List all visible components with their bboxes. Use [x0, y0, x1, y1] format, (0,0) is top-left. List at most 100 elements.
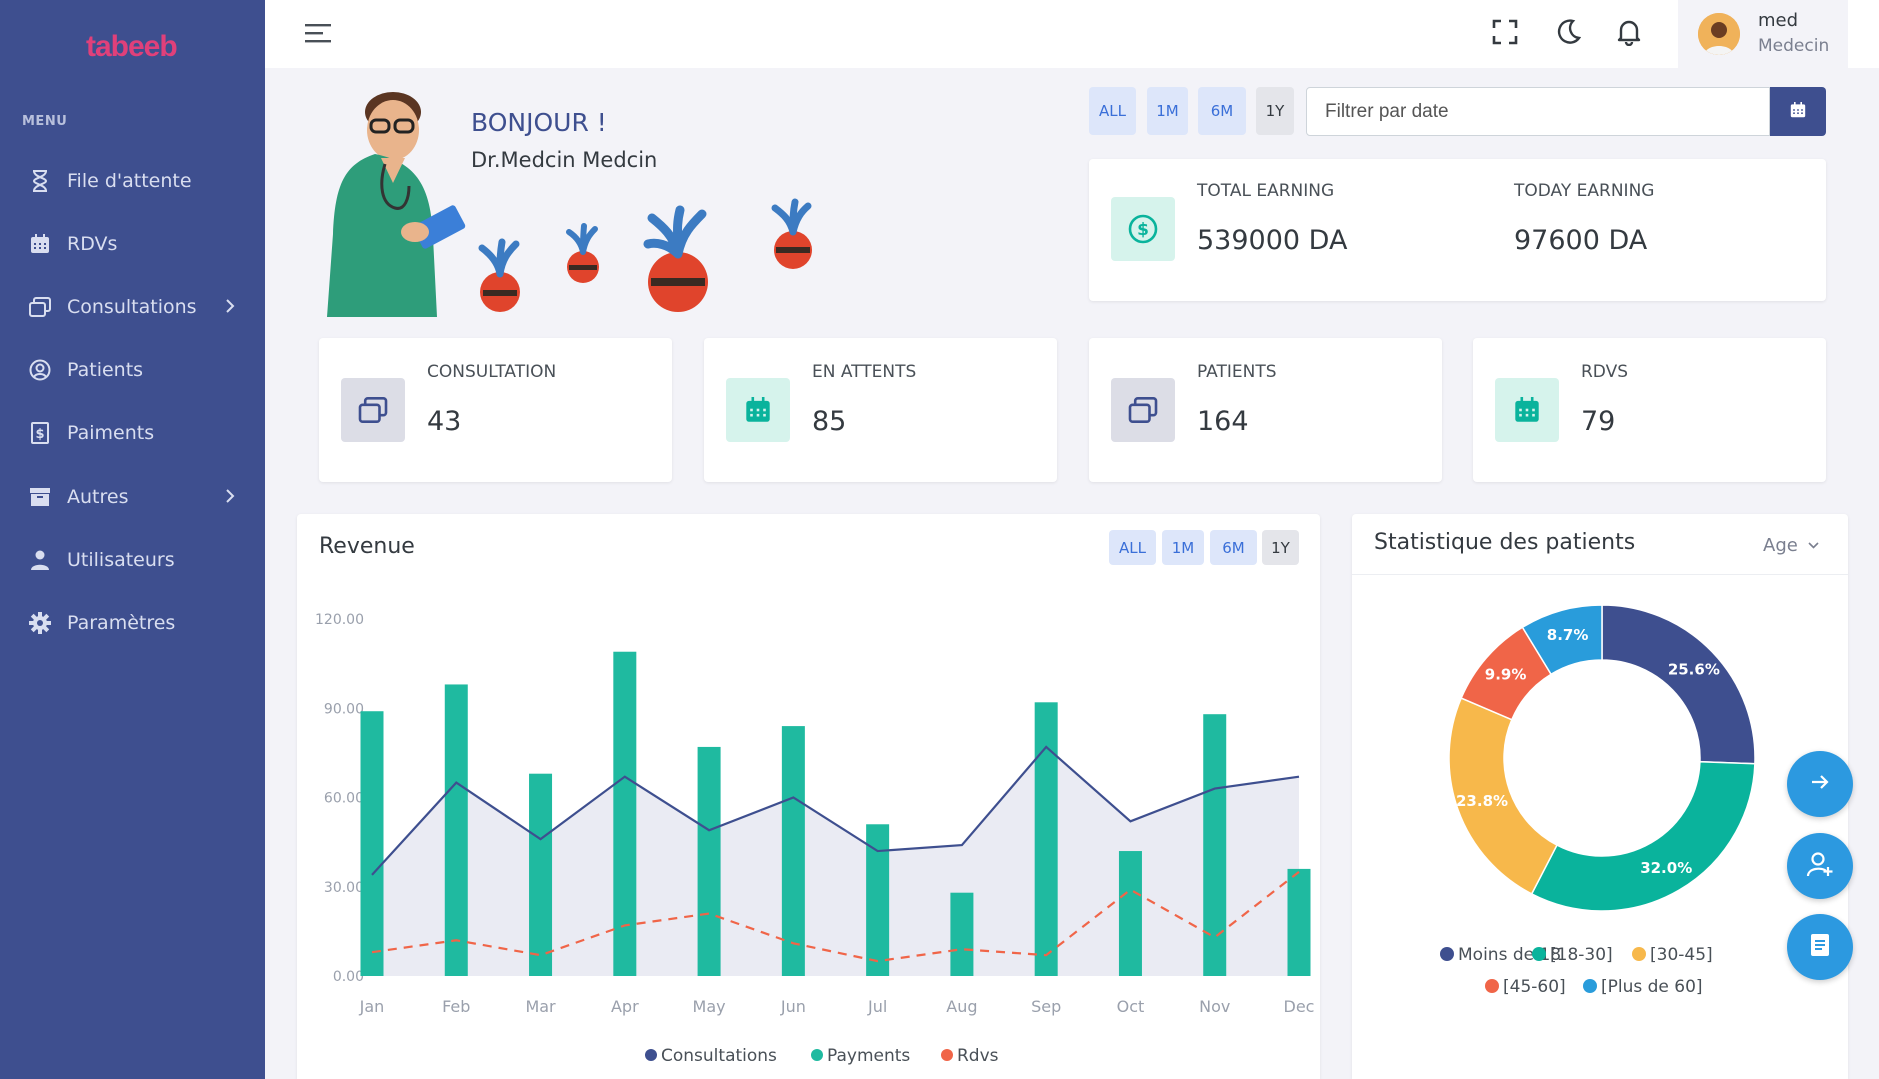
- legend-label-consultations: Consultations: [661, 1046, 777, 1066]
- divider: [1352, 574, 1848, 575]
- filter-1m-button[interactable]: 1M: [1147, 87, 1188, 135]
- sidebar-item-autres[interactable]: Autres: [0, 469, 265, 525]
- legend-swatch-3: [1485, 979, 1499, 993]
- stat-card-en-attents: EN ATTENTS 85: [704, 338, 1057, 482]
- user-role: Medecin: [1758, 36, 1830, 56]
- bar-payments-jun: [781, 726, 805, 976]
- y-tick-label: 30.00: [324, 880, 364, 896]
- filter-all-button[interactable]: ALL: [1089, 87, 1136, 135]
- age-select-value: Age: [1763, 535, 1798, 556]
- sidebar-item-file-attente[interactable]: File d'attente: [0, 153, 265, 209]
- bar-payments-may: [697, 746, 721, 976]
- x-tick-label: Jan: [359, 997, 385, 1016]
- moon-icon[interactable]: [1553, 18, 1582, 50]
- calendar-icon: [1495, 378, 1559, 442]
- hamburger-menu-icon[interactable]: [305, 22, 333, 48]
- stat-card-consultation: CONSULTATION 43: [319, 338, 672, 482]
- user-circle-icon: [27, 357, 53, 383]
- legend-label: [45-60]: [1503, 977, 1566, 997]
- age-select[interactable]: Age: [1763, 533, 1819, 556]
- svg-text:$: $: [35, 427, 44, 442]
- sidebar-item-parametres[interactable]: Paramètres: [0, 595, 265, 651]
- sidebar-item-label: Utilisateurs: [67, 549, 175, 571]
- earnings-card: $ TOTAL EARNING 539000 DA TODAY EARNING …: [1089, 159, 1826, 301]
- filter-1y-button[interactable]: 1Y: [1256, 87, 1294, 135]
- stat-label: CONSULTATION: [427, 362, 557, 382]
- y-tick-label: 0.00: [333, 969, 364, 985]
- user-icon: [27, 547, 53, 573]
- total-earning-label: TOTAL EARNING: [1197, 181, 1335, 201]
- calendar-icon: [27, 231, 53, 257]
- stat-card-rdvs: RDVS 79: [1473, 338, 1826, 482]
- y-tick-label: 90.00: [324, 701, 364, 717]
- date-filter-input[interactable]: Filtrer par date: [1306, 87, 1770, 136]
- legend-swatch-rdvs: [941, 1049, 953, 1061]
- add-user-icon: [1806, 850, 1834, 882]
- revenue-filter-6m-button[interactable]: 6M: [1210, 530, 1257, 565]
- x-tick-label: Aug: [946, 997, 977, 1016]
- legend-label-rdvs: Rdvs: [957, 1046, 999, 1066]
- stat-label: EN ATTENTS: [812, 362, 917, 382]
- sidebar-item-label: Patients: [67, 359, 144, 381]
- x-tick-label: May: [693, 997, 726, 1016]
- chevron-right-icon: [225, 297, 235, 319]
- sidebar-item-label: RDVs: [67, 233, 118, 255]
- bar-payments-apr: [613, 651, 637, 976]
- donut-value-label: 32.0%: [1640, 859, 1692, 877]
- bar-payments-feb: [444, 684, 468, 976]
- y-tick-label: 120.00: [315, 612, 364, 628]
- arrow-right-icon: [1810, 773, 1830, 795]
- x-tick-label: Jul: [867, 997, 887, 1016]
- revenue-filter-1y-button[interactable]: 1Y: [1262, 530, 1299, 565]
- fullscreen-icon[interactable]: [1491, 18, 1519, 50]
- next-fab-button[interactable]: [1787, 751, 1853, 817]
- app-logo[interactable]: tabeeb: [86, 30, 178, 64]
- revenue-filter-all-button[interactable]: ALL: [1109, 530, 1156, 565]
- user-menu[interactable]: med Medecin: [1678, 0, 1848, 68]
- bell-icon[interactable]: [1615, 18, 1643, 50]
- calendar-button[interactable]: [1770, 87, 1826, 136]
- filter-6m-button[interactable]: 6M: [1198, 87, 1246, 135]
- stat-value: 43: [427, 406, 462, 437]
- calendar-icon: [1790, 101, 1806, 122]
- topbar: med Medecin: [265, 0, 1879, 68]
- stat-label: PATIENTS: [1197, 362, 1277, 382]
- document-fab-button[interactable]: [1787, 914, 1853, 980]
- patient-stats-title: Statistique des patients: [1374, 530, 1636, 555]
- legend-swatch-4: [1583, 979, 1597, 993]
- legend-swatch-2: [1632, 947, 1646, 961]
- revenue-title: Revenue: [319, 534, 415, 559]
- sidebar-item-utilisateurs[interactable]: Utilisateurs: [0, 532, 265, 588]
- bar-payments-dec: [1287, 868, 1311, 976]
- stat-card-patients: PATIENTS 164: [1089, 338, 1442, 482]
- svg-text:$: $: [1137, 220, 1149, 240]
- x-tick-label: Apr: [611, 997, 639, 1016]
- revenue-chart: 0.00 30.00 60.00 90.00 120.00 Jan Feb Mar Apr May…: [315, 612, 1314, 1066]
- windows-icon: [341, 378, 405, 442]
- document-icon: [1809, 933, 1831, 961]
- legend-swatch-payments: [811, 1049, 823, 1061]
- chevron-down-icon: [1807, 533, 1819, 554]
- x-tick-label: Jun: [780, 997, 806, 1016]
- calendar-icon: [726, 378, 790, 442]
- sidebar-item-paiments[interactable]: $ Paiments: [0, 405, 265, 461]
- donut-value-label: 23.8%: [1456, 792, 1508, 810]
- user-name: med: [1758, 10, 1799, 31]
- total-earning-value: 539000 DA: [1197, 225, 1348, 256]
- avatar: [1698, 13, 1740, 55]
- donut-value-label: 8.7%: [1547, 626, 1589, 644]
- hourglass-icon: [27, 168, 53, 194]
- sidebar-item-rdvs[interactable]: RDVs: [0, 216, 265, 272]
- revenue-filter-1m-button[interactable]: 1M: [1162, 530, 1204, 565]
- windows-icon: [1111, 378, 1175, 442]
- x-tick-label: Sep: [1031, 997, 1061, 1016]
- legend-swatch-consultations: [645, 1049, 657, 1061]
- add-patient-fab-button[interactable]: [1787, 833, 1853, 899]
- dollar-receipt-icon: $: [27, 420, 53, 446]
- donut-value-label: 9.9%: [1485, 666, 1527, 684]
- bar-payments-oct: [1118, 851, 1142, 976]
- sidebar-item-consultations[interactable]: Consultations: [0, 279, 265, 335]
- windows-icon: [27, 294, 53, 320]
- legend-label: [Plus de 60]: [1601, 977, 1703, 997]
- sidebar-item-patients[interactable]: Patients: [0, 342, 265, 398]
